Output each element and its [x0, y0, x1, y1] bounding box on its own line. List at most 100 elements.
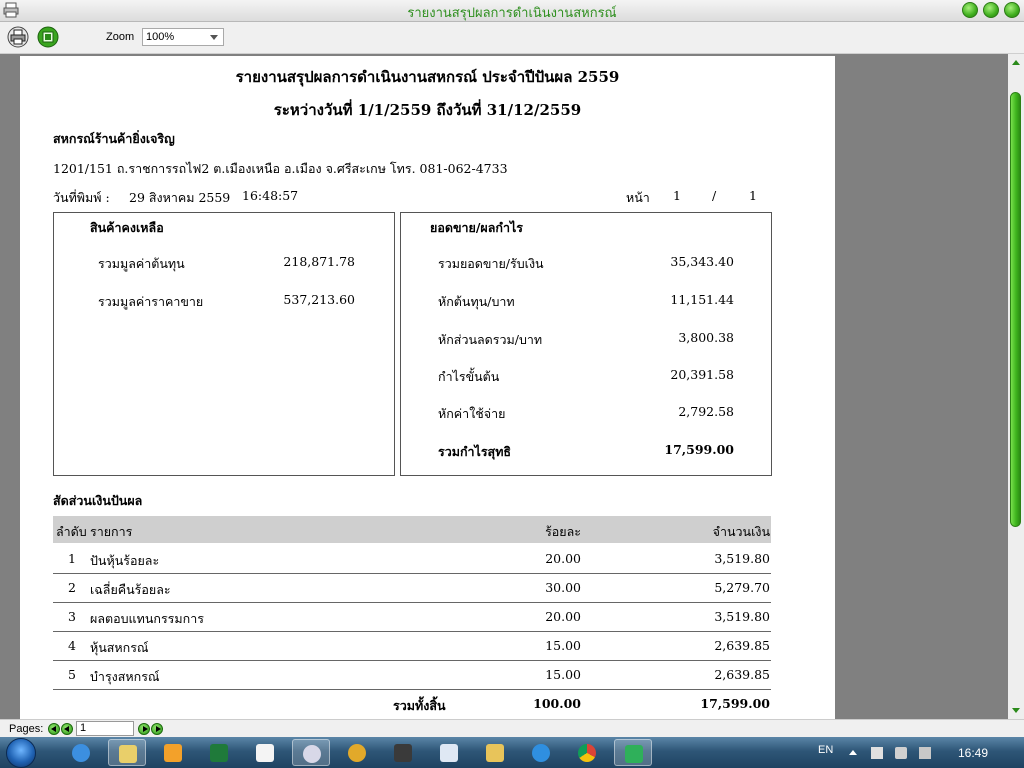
excel-icon — [210, 744, 228, 762]
window-title: รายงานสรุปผลการดำเนินงานสหกรณ์ — [407, 6, 617, 21]
total-label: รวมทั้งสิ้น — [393, 698, 446, 713]
dividend-heading: สัดส่วนเงินปันผล — [53, 493, 143, 508]
column-no: ลำดับ — [56, 524, 87, 539]
page-input[interactable]: 1 — [76, 721, 134, 736]
camera-icon — [394, 744, 412, 762]
report-title: รายงานสรุปผลการดำเนินงานสหกรณ์ ประจำปีปั… — [235, 68, 620, 86]
folder-icon — [119, 745, 137, 763]
row-item: เฉลี่ยคืนร้อยละ — [90, 582, 171, 597]
taskbar-media-player[interactable] — [154, 739, 192, 766]
stock-value: 537,213.60 — [283, 292, 355, 307]
dividend-table-header: ลำดับ รายการ ร้อยละ จำนวนเงิน — [53, 516, 771, 543]
taskbar-word[interactable] — [246, 739, 284, 766]
scroll-down-icon[interactable] — [1012, 708, 1020, 713]
print-time: 16:48:57 — [242, 188, 299, 203]
first-page-button[interactable] — [48, 723, 60, 735]
total-amount: 17,599.00 — [700, 696, 770, 711]
stock-label: รวมมูลค่าราคาขาย — [98, 294, 204, 309]
volume-icon[interactable] — [895, 747, 907, 759]
row-percent: 20.00 — [545, 551, 581, 566]
row-amount: 2,639.85 — [714, 667, 770, 682]
taskbar: EN 16:49 — [0, 737, 1024, 768]
taskbar-camera-app[interactable] — [384, 739, 422, 766]
minimize-button[interactable] — [962, 2, 978, 18]
sales-value: 11,151.44 — [670, 292, 734, 307]
sales-box: ยอดขาย/ผลกำไร รวมยอดขาย/รับเงิน 35,343.4… — [400, 212, 772, 476]
net-profit-value: 17,599.00 — [664, 442, 734, 457]
pager-bar: Pages: 1 — [0, 719, 1024, 738]
column-item: รายการ — [90, 524, 133, 539]
row-divider — [53, 631, 771, 632]
sales-label: รวมยอดขาย/รับเงิน — [438, 256, 544, 271]
company-name: สหกรณ์ร้านค้ายิ่งเจริญ — [53, 131, 175, 146]
last-page-button[interactable] — [151, 723, 163, 735]
action-center-icon[interactable] — [871, 747, 883, 759]
taskbar-explorer-libraries[interactable] — [108, 739, 146, 766]
print-date-label: วันที่พิมพ์ : — [53, 190, 110, 205]
taskbar-key-app[interactable] — [338, 739, 376, 766]
taskbar-file-explorer[interactable] — [476, 739, 514, 766]
sales-value: 35,343.40 — [670, 254, 734, 269]
taskbar-notepad[interactable] — [430, 739, 468, 766]
title-bar: รายงานสรุปผลการดำเนินงานสหกรณ์ — [0, 0, 1024, 22]
sales-label: หักส่วนลดรวม/บาท — [438, 332, 543, 347]
page-current: 1 — [673, 188, 681, 203]
row-item: บำรุงสหกรณ์ — [90, 669, 160, 684]
print-date: 29 สิงหาคม 2559 — [129, 190, 231, 205]
pages-label: Pages: — [9, 723, 44, 735]
preview-area[interactable]: รายงานสรุปผลการดำเนินงานสหกรณ์ ประจำปีปั… — [0, 54, 1008, 719]
sales-value: 20,391.58 — [670, 367, 734, 382]
row-divider — [53, 689, 771, 690]
maximize-button[interactable] — [983, 2, 999, 18]
clock[interactable]: 16:49 — [958, 746, 988, 760]
key-icon — [348, 744, 366, 762]
taskbar-chrome[interactable] — [568, 739, 606, 766]
zoom-label: Zoom — [106, 31, 135, 43]
network-icon[interactable] — [919, 747, 931, 759]
total-percent: 100.00 — [533, 696, 581, 711]
page-separator: / — [712, 188, 717, 203]
row-item: ปันหุ้นร้อยละ — [90, 553, 160, 568]
row-divider — [53, 660, 771, 661]
prev-page-button[interactable] — [61, 723, 73, 735]
taskbar-paint[interactable] — [292, 739, 330, 766]
column-amount: จำนวนเงิน — [712, 524, 770, 539]
row-amount: 3,519.80 — [714, 609, 770, 624]
row-no: 1 — [68, 551, 76, 566]
row-no: 3 — [68, 609, 76, 624]
scroll-thumb[interactable] — [1010, 92, 1021, 527]
row-no: 4 — [68, 638, 76, 653]
taskbar-excel[interactable] — [200, 739, 238, 766]
row-percent: 15.00 — [545, 667, 581, 682]
media-player-icon — [164, 744, 182, 762]
stock-value: 218,871.78 — [283, 254, 355, 269]
show-hidden-icons-icon[interactable] — [849, 750, 857, 755]
report-period: ระหว่างวันที่ 1/1/2559 ถึงวันที่ 31/12/2… — [273, 101, 582, 119]
scroll-up-icon[interactable] — [1012, 60, 1020, 65]
taskbar-ie[interactable] — [62, 739, 100, 766]
row-item: ผลตอบแทนกรรมการ — [90, 611, 204, 626]
toolbar: Zoom 100% — [0, 22, 1024, 54]
page-total: 1 — [749, 188, 757, 203]
file-explorer-icon — [486, 744, 504, 762]
row-percent: 20.00 — [545, 609, 581, 624]
notepad-icon — [440, 744, 458, 762]
sales-value: 3,800.38 — [678, 330, 734, 345]
net-profit-label: รวมกำไรสุทธิ — [438, 444, 512, 459]
vertical-scrollbar[interactable] — [1008, 54, 1024, 719]
sales-label: กำไรขั้นต้น — [438, 369, 500, 384]
taskbar-network-app[interactable] — [522, 739, 560, 766]
start-button[interactable] — [6, 738, 36, 768]
zoom-select[interactable]: 100% — [142, 28, 224, 46]
report-app-icon — [625, 745, 643, 763]
report-page: รายงานสรุปผลการดำเนินงานสหกรณ์ ประจำปีปั… — [20, 56, 835, 719]
column-percent: ร้อยละ — [545, 524, 581, 539]
print-icon[interactable] — [7, 26, 29, 48]
stock-heading: สินค้าคงเหลือ — [90, 220, 164, 235]
close-button[interactable] — [1004, 2, 1020, 18]
network-app-icon — [532, 744, 550, 762]
language-indicator[interactable]: EN — [818, 744, 833, 756]
next-page-button[interactable] — [138, 723, 150, 735]
taskbar-report-app[interactable] — [614, 739, 652, 766]
export-icon[interactable] — [37, 26, 59, 48]
